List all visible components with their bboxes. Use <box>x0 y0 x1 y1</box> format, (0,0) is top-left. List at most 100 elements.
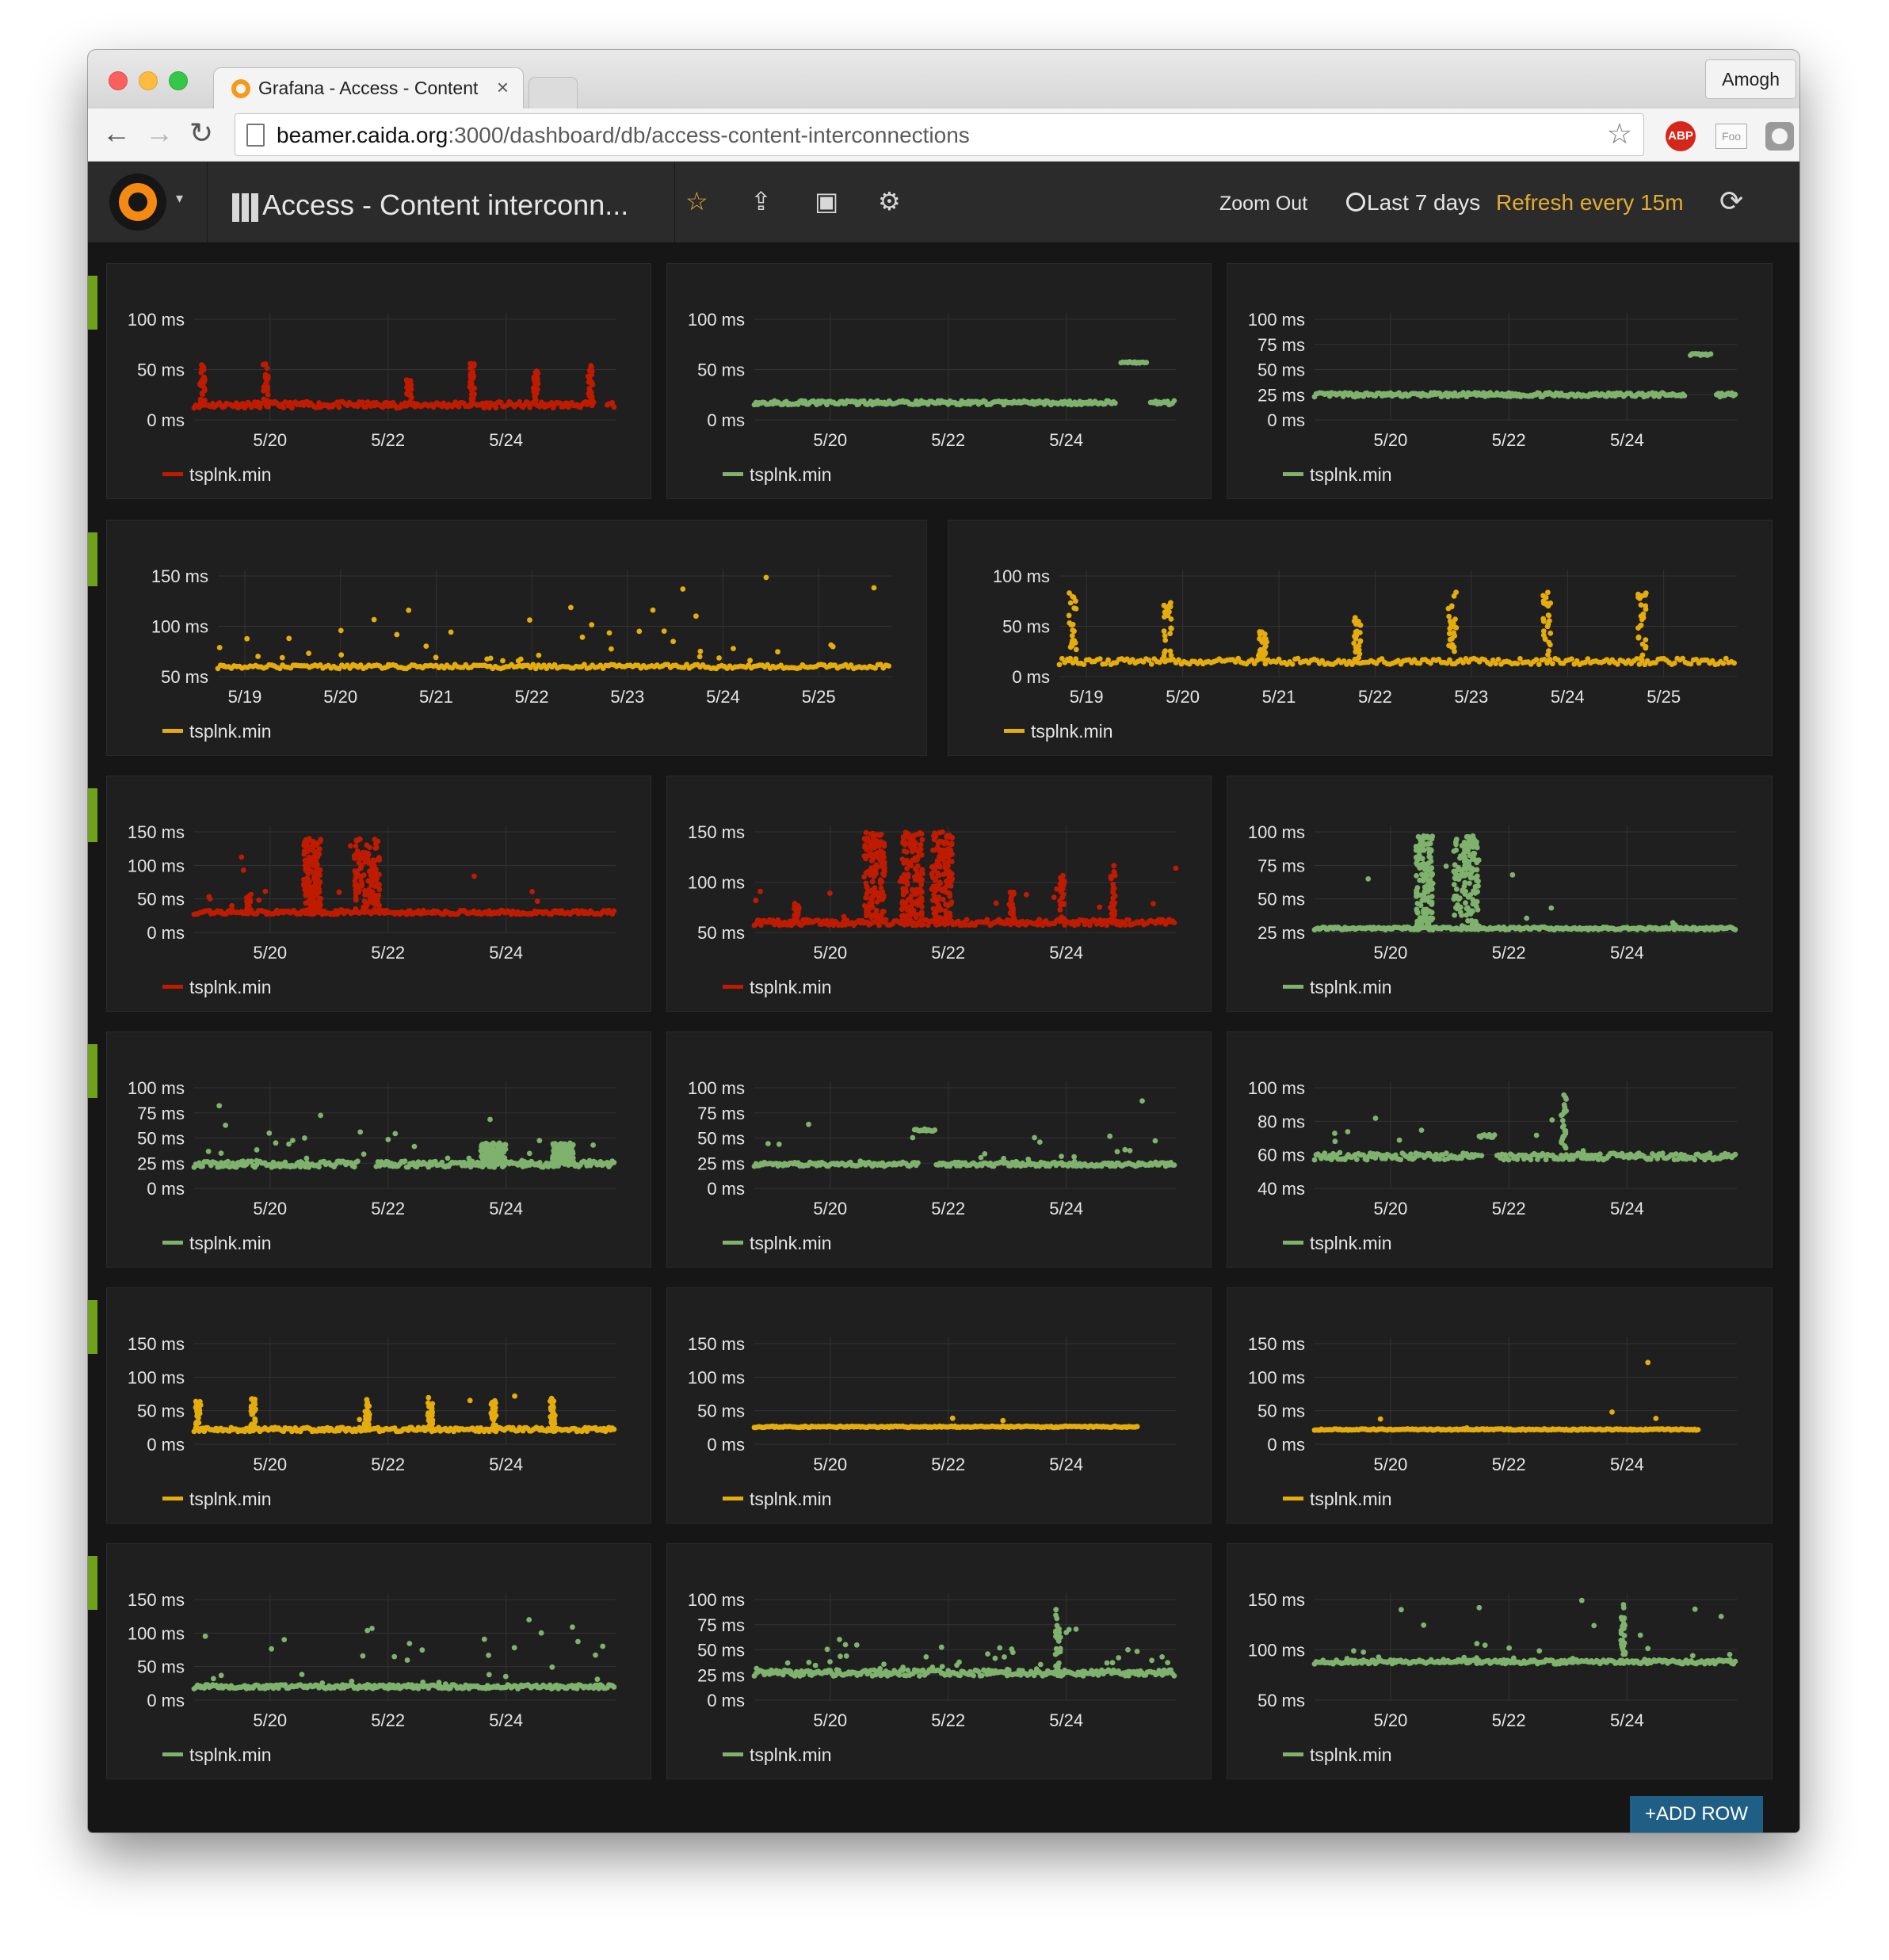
chart-legend[interactable]: tsplnk.min <box>723 977 832 998</box>
browser-tab[interactable]: Grafana - Access - Content × <box>213 67 524 109</box>
grafana-logo-icon[interactable] <box>109 174 166 231</box>
legend-label: tsplnk.min <box>189 721 272 742</box>
data-point <box>1561 1102 1567 1108</box>
chart-legend[interactable]: tsplnk.min <box>162 977 272 998</box>
y-tick-label: 150 ms <box>128 1334 185 1354</box>
time-range-picker[interactable]: Last 7 days <box>1367 190 1480 215</box>
chart-legend[interactable]: tsplnk.min <box>1283 977 1392 998</box>
data-point <box>1453 837 1460 843</box>
graph-panel[interactable]: 100 ms 75 ms 50 ms 25 ms 0 ms 5/20 5/22 5/24 tsp… <box>666 1031 1212 1268</box>
data-point <box>519 1157 525 1164</box>
save-icon[interactable]: ▣ <box>815 186 838 216</box>
data-point <box>941 919 947 925</box>
data-point <box>933 913 939 919</box>
data-point <box>406 607 412 613</box>
chart-legend[interactable]: tsplnk.min <box>723 1233 832 1254</box>
data-point <box>1731 660 1737 666</box>
reload-icon[interactable]: ↻ <box>189 116 213 150</box>
minimize-window-button[interactable] <box>139 71 158 90</box>
x-tick-label: 5/19 <box>228 687 262 707</box>
graph-panel[interactable]: 100 ms 50 ms 0 ms 5/20 5/22 5/24 tsplnk.min <box>666 263 1212 499</box>
back-arrow-icon[interactable]: ← <box>102 116 131 150</box>
data-point <box>870 865 876 871</box>
close-window-button[interactable] <box>109 71 128 90</box>
data-point <box>880 840 886 846</box>
chart-legend[interactable]: tsplnk.min <box>162 1233 272 1254</box>
data-point <box>496 1158 502 1165</box>
data-point <box>1069 633 1075 639</box>
data-point <box>1463 841 1469 847</box>
data-point <box>1451 896 1457 902</box>
data-point <box>908 898 914 904</box>
profile-button[interactable]: Amogh <box>1705 59 1796 99</box>
data-point <box>552 1160 559 1166</box>
graph-panel[interactable]: 150 ms 100 ms 50 ms 0 ms 5/20 5/22 5/24 tsplnk.… <box>106 776 651 1012</box>
grafana-menu[interactable]: ▾ <box>88 162 208 242</box>
data-point <box>1151 901 1156 906</box>
y-tick-label: 75 ms <box>697 1104 745 1123</box>
graph-panel[interactable]: 150 ms 100 ms 50 ms 0 ms 5/20 5/22 5/24 tsplnk.… <box>106 1287 651 1523</box>
extension-icon[interactable] <box>1765 122 1794 151</box>
chart-legend[interactable]: tsplnk.min <box>1004 721 1113 742</box>
data-point <box>305 863 311 868</box>
data-point <box>1541 601 1547 606</box>
graph-panel[interactable]: 100 ms 50 ms 0 ms 5/20 5/22 5/24 tsplnk.min <box>106 263 651 499</box>
graph-panel[interactable]: 150 ms 100 ms 50 ms 5/19 5/20 5/21 5/22 5/23 5/2… <box>106 520 927 756</box>
legend-swatch <box>162 1241 183 1245</box>
chart-legend[interactable]: tsplnk.min <box>162 464 272 486</box>
chart-legend[interactable]: tsplnk.min <box>1283 464 1392 486</box>
graph-panel[interactable]: 100 ms 80 ms 60 ms 40 ms 5/20 5/22 5/24 tsplnk.… <box>1227 1031 1773 1268</box>
x-tick-label: 5/22 <box>1492 1199 1526 1218</box>
y-tick-label: 25 ms <box>1257 385 1305 405</box>
data-point <box>490 1142 497 1148</box>
share-icon[interactable]: ⇪ <box>750 186 772 216</box>
chart-legend[interactable]: tsplnk.min <box>723 464 832 486</box>
zoom-window-button[interactable] <box>169 71 188 90</box>
graph-panel[interactable]: 100 ms 50 ms 0 ms 5/19 5/20 5/21 5/22 5/23 5/24 5… <box>948 520 1773 756</box>
data-point <box>1110 895 1116 901</box>
data-point <box>1070 638 1075 644</box>
data-point <box>1453 847 1460 853</box>
data-point <box>932 868 937 873</box>
chart-legend[interactable]: tsplnk.min <box>1283 1233 1392 1254</box>
data-point <box>244 635 250 642</box>
data-point <box>1059 1160 1065 1165</box>
x-tick-label: 5/20 <box>253 430 287 450</box>
data-point <box>411 1143 418 1150</box>
refresh-icon[interactable]: ⟳ <box>1719 185 1743 218</box>
graph-panel[interactable]: 100 ms 75 ms 50 ms 25 ms 0 ms 5/20 5/22 5/24 tsp… <box>106 1031 651 1268</box>
data-point <box>1475 906 1481 913</box>
y-tick-label: 50 ms <box>1002 617 1050 637</box>
data-point <box>1097 656 1103 662</box>
zoom-out-button[interactable]: Zoom Out <box>1219 193 1307 215</box>
data-point <box>1475 883 1481 889</box>
legend-swatch <box>1283 472 1303 477</box>
graph-panel[interactable]: 100 ms 75 ms 50 ms 25 ms 0 ms 5/20 5/22 5/24 tsp… <box>1227 263 1773 499</box>
data-point <box>993 900 999 906</box>
dashboard-search[interactable]: Access - Content interconn... <box>207 162 675 242</box>
bookmark-star-icon[interactable]: ☆ <box>1607 117 1632 151</box>
ipvfoo-extension-icon[interactable]: Foo <box>1715 124 1747 149</box>
close-tab-icon[interactable]: × <box>497 75 509 100</box>
x-tick-label: 5/22 <box>371 943 405 963</box>
graph-panel[interactable]: 100 ms 75 ms 50 ms 25 ms 5/20 5/22 5/24 tsplnk.… <box>1227 776 1773 1012</box>
caret-down-icon[interactable]: ▾ <box>176 190 183 207</box>
settings-gear-icon[interactable]: ⚙ <box>878 186 901 216</box>
adblock-extension-icon[interactable]: ABP <box>1666 121 1696 151</box>
star-dashboard-icon[interactable]: ☆ <box>685 186 708 216</box>
chart-legend[interactable]: tsplnk.min <box>162 721 272 742</box>
dashboard-title[interactable]: Access - Content interconn... <box>262 189 628 222</box>
graph-panel[interactable]: 150 ms 100 ms 50 ms 5/20 5/22 5/24 tsplnk.min <box>666 776 1212 1012</box>
data-point <box>873 907 880 913</box>
refresh-interval[interactable]: Refresh every 15m <box>1496 190 1684 215</box>
data-point <box>1161 628 1167 635</box>
address-bar[interactable]: beamer.caida.org:3000/dashboard/db/acces… <box>235 113 1644 156</box>
data-point <box>521 662 526 669</box>
forward-arrow-icon[interactable]: → <box>145 116 174 150</box>
data-point <box>944 890 950 896</box>
new-tab-button[interactable] <box>529 77 578 109</box>
x-tick-label: 5/24 <box>1610 1199 1644 1218</box>
data-point <box>841 913 847 920</box>
data-point <box>753 898 759 903</box>
data-point <box>1345 1129 1351 1134</box>
